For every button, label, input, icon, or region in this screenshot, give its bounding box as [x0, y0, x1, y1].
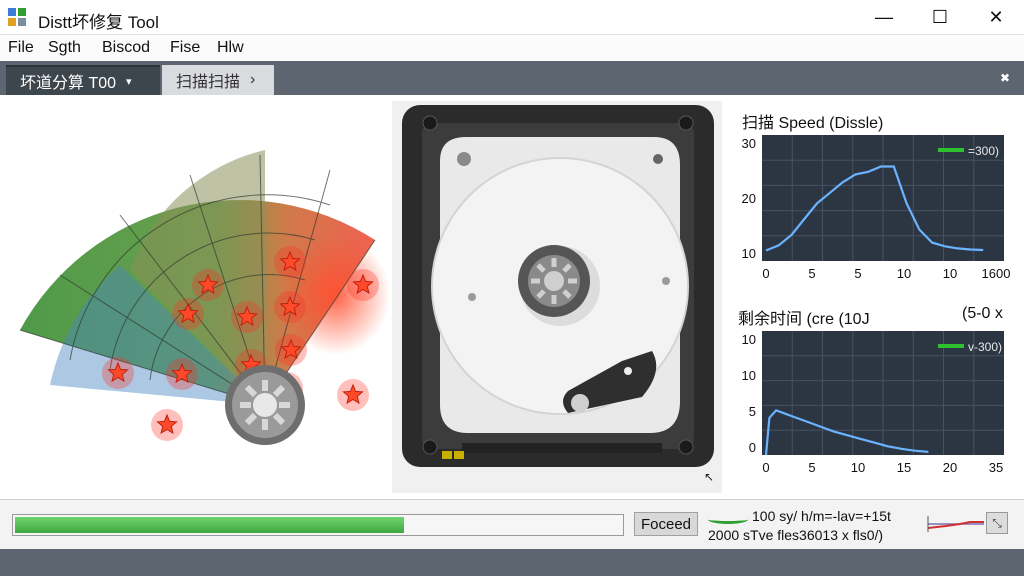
- bad-sector-star-icon[interactable]: [192, 269, 224, 301]
- y-tick-label: 10: [742, 368, 756, 383]
- proceed-button[interactable]: Foceed: [634, 512, 698, 536]
- sector-map[interactable]: [0, 95, 390, 499]
- remaining-chart-title: 剩余时间 (cre (10J: [738, 311, 870, 328]
- x-tick-label: 35: [989, 460, 1003, 475]
- mini-trend-icon: [927, 516, 984, 532]
- y-tick-label: 20: [742, 191, 756, 206]
- main-content: ↖ 扫描 Speed (Dissle) =300) 30 20 10 0 5 5 10 10 16…: [0, 95, 1024, 499]
- progress-bar: [12, 514, 624, 536]
- hard-disk-panel: ↖: [392, 101, 722, 493]
- menu-search[interactable]: Sgth: [48, 39, 81, 57]
- menu-biscod[interactable]: Biscod: [102, 39, 150, 57]
- bad-sector-star-icon[interactable]: [274, 291, 306, 323]
- bad-sector-star-icon[interactable]: [274, 246, 306, 278]
- y-tick-label: 10: [742, 332, 756, 347]
- menu-bar: File Sgth Biscod Fise Hlw: [0, 35, 1024, 61]
- window-title: Distt坏修复 Tool: [38, 13, 159, 32]
- hard-disk-image: ↖: [402, 105, 714, 484]
- sector-map-panel: [0, 95, 390, 499]
- menu-fise[interactable]: Fise: [170, 39, 200, 57]
- tab-bad-sector-analysis[interactable]: 坏道分算 T00 ▾: [6, 65, 160, 95]
- x-tick-label: 10: [943, 266, 957, 281]
- tab-scan[interactable]: 扫描扫描 ›: [162, 65, 274, 95]
- y-tick-label: 10: [742, 246, 756, 261]
- x-tick-label: 0: [762, 266, 769, 281]
- x-tick-label: 1600: [982, 266, 1011, 281]
- y-tick-label: 0: [749, 440, 756, 455]
- bad-sector-star-icon[interactable]: [347, 269, 379, 301]
- tab-label: 扫描扫描: [176, 74, 241, 91]
- bad-sector-star-icon[interactable]: [172, 298, 204, 330]
- menu-file[interactable]: File: [8, 39, 34, 57]
- chevron-right-icon: ›: [250, 71, 256, 88]
- speed-chart: =300) 30 20 10 0 5 5 10 10 1600: [742, 135, 1011, 281]
- tab-label: 坏道分算 T00: [20, 75, 117, 92]
- menu-help[interactable]: Hlw: [217, 39, 244, 57]
- bad-sector-star-icon[interactable]: [275, 334, 307, 366]
- legend-label: v-300): [968, 340, 1002, 354]
- status-bar: Foceed 100 sy/ h/m=-lav=+15t 2000 sTve f…: [0, 499, 1024, 550]
- spindle-icon: [225, 365, 305, 445]
- x-tick-label: 5: [808, 460, 815, 475]
- status-indicator-icon: [708, 515, 748, 524]
- x-tick-label: 10: [897, 266, 911, 281]
- app-icon: [8, 8, 26, 26]
- status-stats-line-1: 100 sy/ h/m=-lav=+15t: [752, 508, 891, 524]
- x-tick-label: 15: [897, 460, 911, 475]
- y-tick-label: 5: [749, 404, 756, 419]
- close-button[interactable]: ✕: [968, 0, 1024, 34]
- bad-sector-star-icon[interactable]: [231, 301, 263, 333]
- bad-sector-star-icon[interactable]: [151, 409, 183, 441]
- x-tick-label: 0: [762, 460, 769, 475]
- x-tick-label: 10: [851, 460, 865, 475]
- y-tick-label: 30: [742, 136, 756, 151]
- tab-bar: 坏道分算 T00 ▾ 扫描扫描 › ✖: [0, 61, 1024, 95]
- x-tick-label: 20: [943, 460, 957, 475]
- x-tick-label: 5: [854, 266, 861, 281]
- close-tab-icon[interactable]: ✖: [1000, 71, 1010, 85]
- footer-bar: [0, 549, 1024, 576]
- title-bar: Distt坏修复 Tool — ☐ ✕: [0, 0, 1024, 35]
- minimize-button[interactable]: —: [856, 0, 912, 34]
- svg-text:↖: ↖: [704, 470, 714, 484]
- chevron-down-icon: ▾: [126, 75, 132, 88]
- status-stats-line-2: 2000 sTve fles36013 x fls0/): [708, 527, 884, 543]
- maximize-button[interactable]: ☐: [912, 0, 968, 34]
- remaining-time-chart: v-300) 10 10 5 00 5 10 15 20 35: [742, 331, 1004, 475]
- remaining-chart-right-text: (5-0 x: [962, 305, 1003, 322]
- bad-sector-star-icon[interactable]: [166, 358, 198, 390]
- bad-sector-star-icon[interactable]: [337, 379, 369, 411]
- resize-grip-icon[interactable]: ⤡: [986, 512, 1008, 534]
- legend-label: =300): [968, 144, 999, 158]
- speed-chart-title: 扫描 Speed (Dissle): [742, 115, 884, 132]
- progress-fill: [15, 517, 405, 533]
- x-tick-label: 5: [808, 266, 815, 281]
- bad-sector-star-icon[interactable]: [102, 357, 134, 389]
- charts-panel: 扫描 Speed (Dissle) =300) 30 20 10 0 5 5 10 10 1600…: [728, 95, 1024, 499]
